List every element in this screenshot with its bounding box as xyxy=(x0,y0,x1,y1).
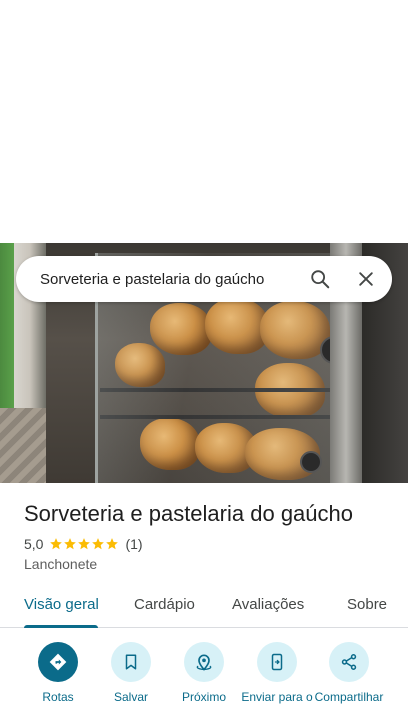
save-button[interactable]: Salvar xyxy=(91,642,171,703)
star-icon xyxy=(64,538,77,550)
bookmark-icon xyxy=(125,654,137,670)
active-tab-indicator xyxy=(24,625,98,628)
nearby-icon xyxy=(196,654,212,671)
map-area-blank xyxy=(0,0,408,243)
send-to-phone-button[interactable]: Enviar para o xyxy=(237,642,317,703)
star-icon xyxy=(92,538,105,550)
tab-about[interactable]: Sobre xyxy=(347,596,387,613)
directions-button[interactable]: Rotas xyxy=(18,642,98,703)
nearby-label: Próximo xyxy=(181,690,226,704)
save-label: Salvar xyxy=(113,690,148,704)
star-icon xyxy=(106,538,119,550)
tab-bar: Visão geral Cardápio Avaliações Sobre xyxy=(0,582,408,628)
nearby-button-circle[interactable] xyxy=(184,642,224,682)
share-label: Compartilhar xyxy=(314,690,384,704)
share-button-circle[interactable] xyxy=(329,642,369,682)
place-title: Sorveteria e pastelaria do gaúcho xyxy=(24,501,353,526)
directions-button-circle[interactable] xyxy=(38,642,78,682)
rating-value: 5,0 xyxy=(24,536,44,552)
directions-icon xyxy=(49,653,67,671)
action-bar: Rotas Salvar Próximo Enviar para o Compa… xyxy=(0,640,408,726)
photo-knob xyxy=(300,451,322,473)
place-category: Lanchonete xyxy=(24,556,98,572)
search-icon[interactable] xyxy=(300,259,340,299)
share-button[interactable]: Compartilhar xyxy=(309,642,389,703)
nearby-button[interactable]: Próximo xyxy=(164,642,244,703)
photo-floor xyxy=(0,408,46,483)
rating-row[interactable]: 5,0 (1) xyxy=(24,536,143,552)
tab-menu[interactable]: Cardápio xyxy=(134,596,195,613)
star-icon xyxy=(78,538,91,550)
save-button-circle[interactable] xyxy=(111,642,151,682)
star-icon xyxy=(50,538,63,550)
close-icon[interactable] xyxy=(346,259,386,299)
share-icon xyxy=(341,654,357,670)
search-bar[interactable]: Sorveteria e pastelaria do gaúcho xyxy=(16,256,392,302)
tab-reviews[interactable]: Avaliações xyxy=(232,596,304,613)
send-to-phone-button-circle[interactable] xyxy=(257,642,297,682)
tab-overview[interactable]: Visão geral xyxy=(24,596,99,613)
directions-label: Rotas xyxy=(42,690,74,704)
send-to-phone-label: Enviar para o xyxy=(241,690,313,704)
review-count: (1) xyxy=(125,536,143,552)
rating-stars xyxy=(49,537,119,551)
search-input[interactable]: Sorveteria e pastelaria do gaúcho xyxy=(40,271,300,288)
send-to-phone-icon xyxy=(271,653,283,671)
